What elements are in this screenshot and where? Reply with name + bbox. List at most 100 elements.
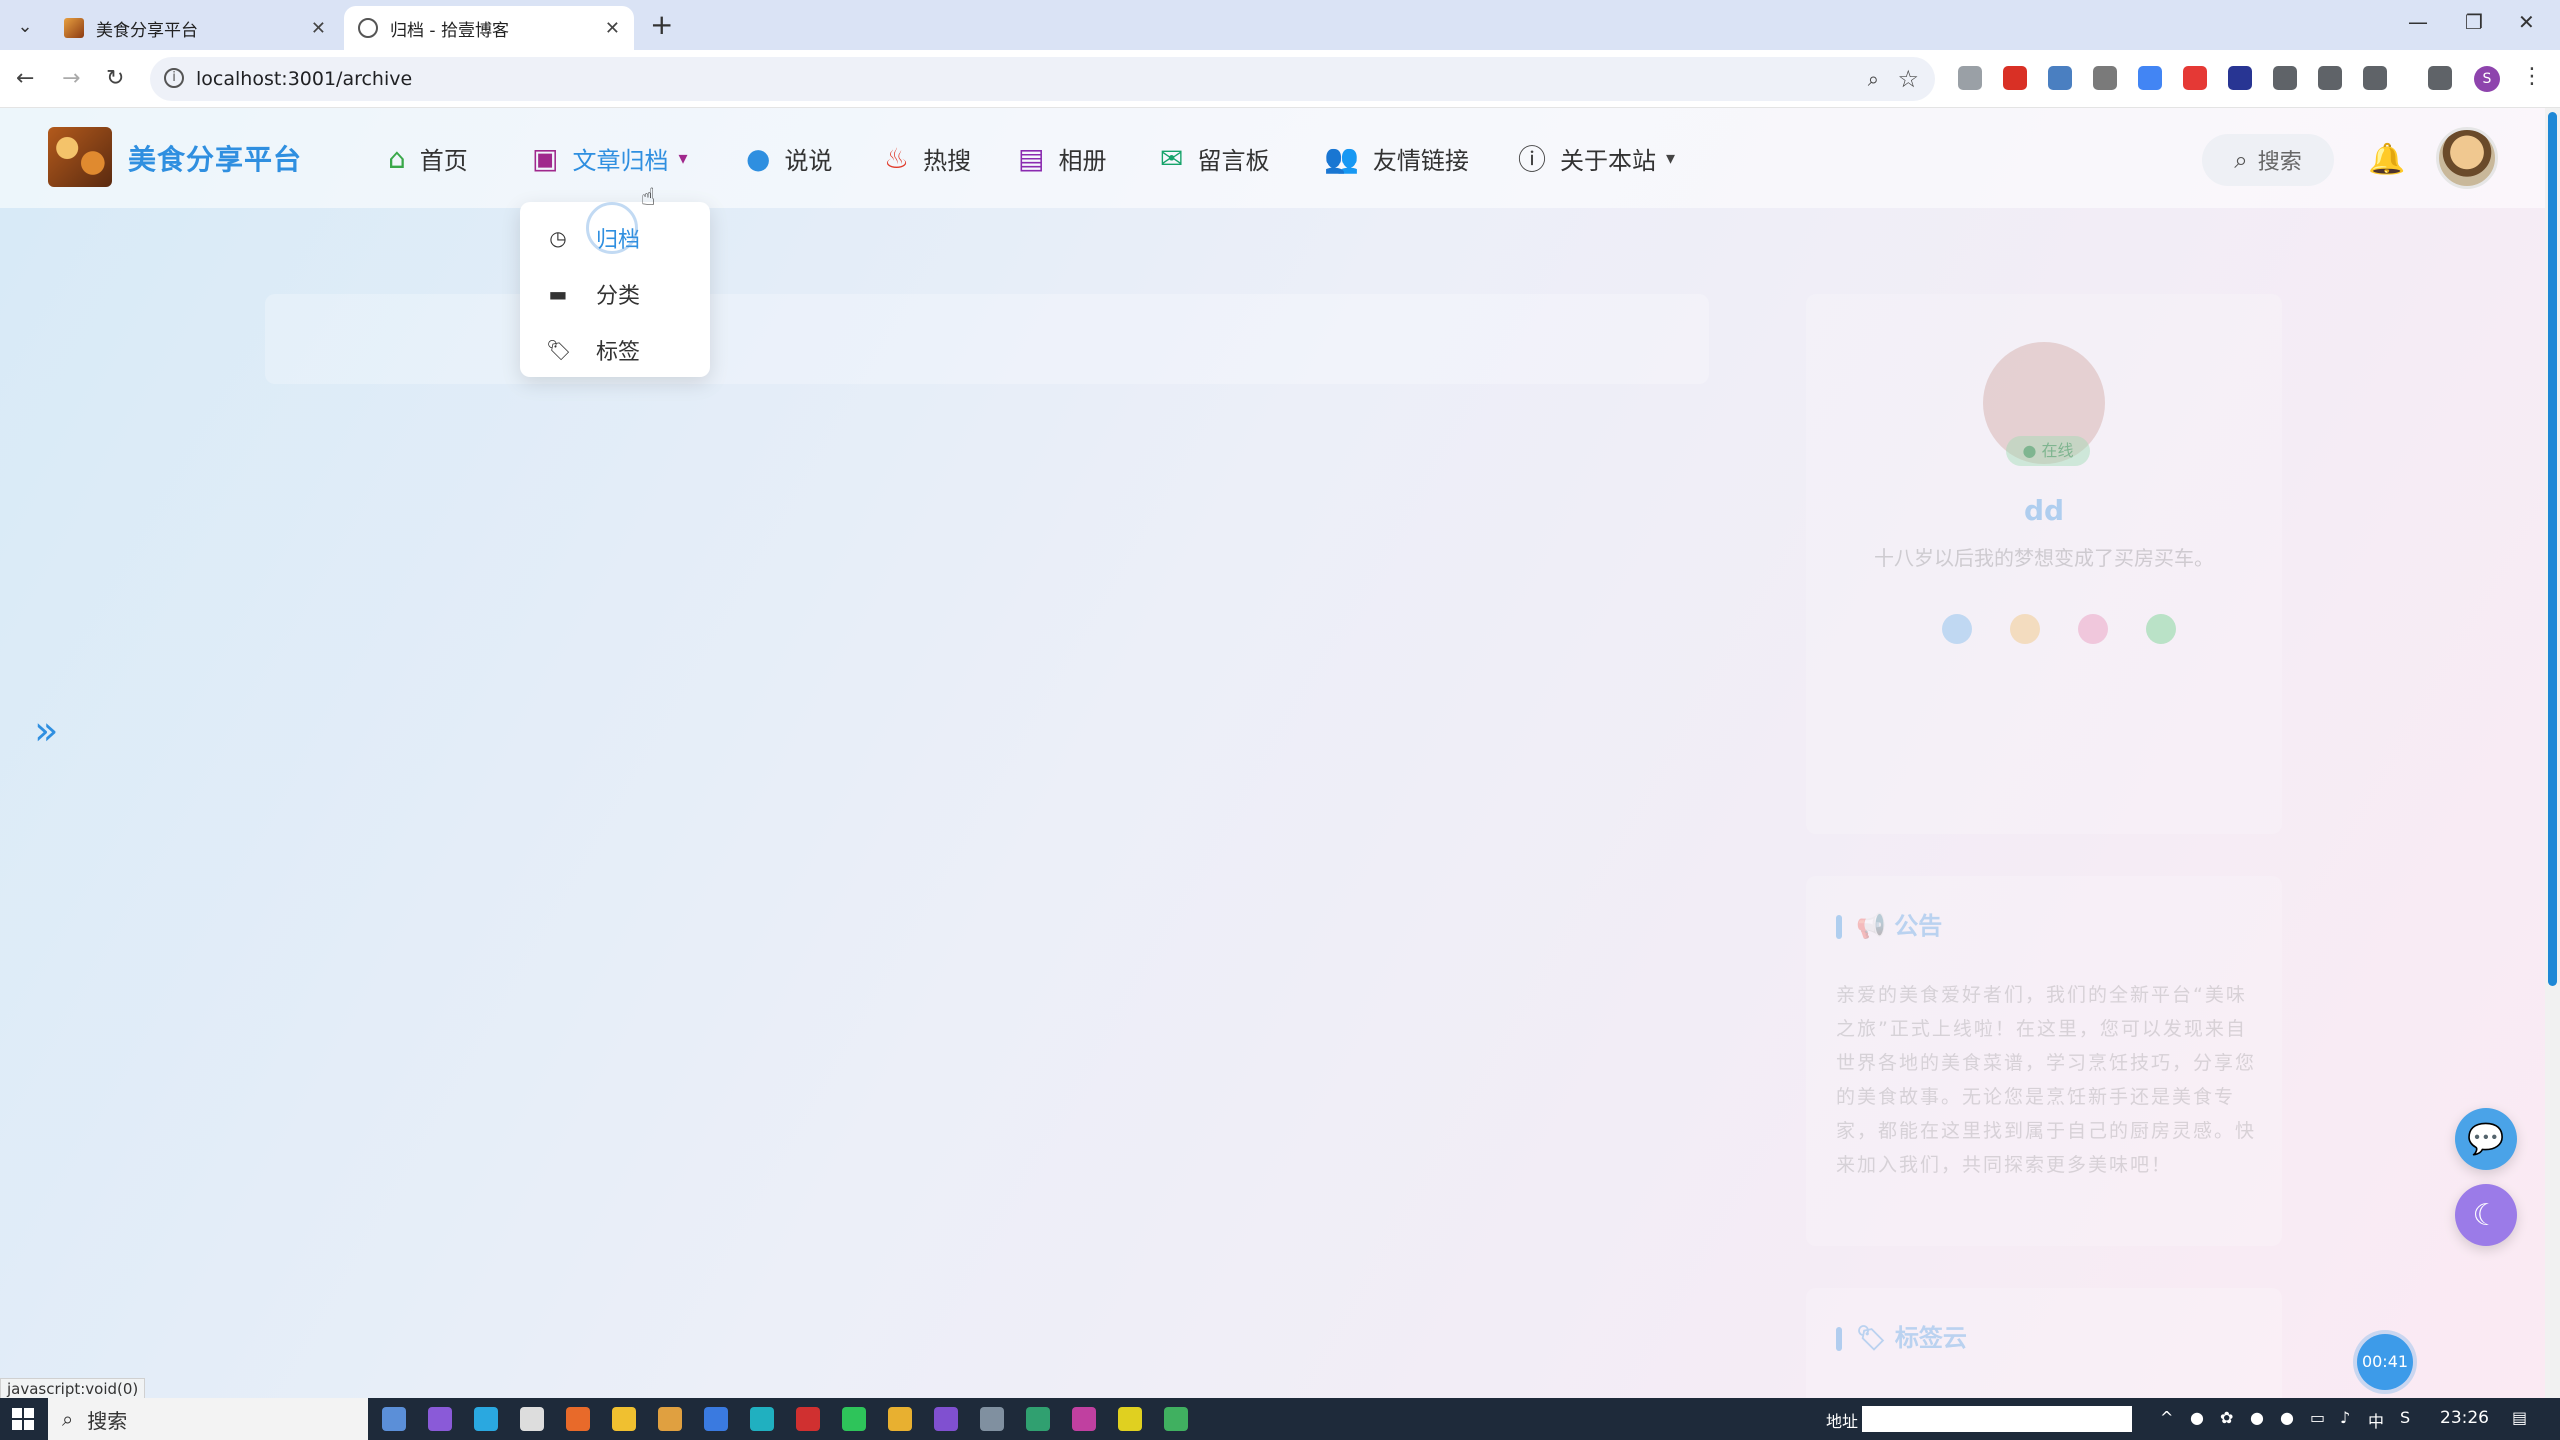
browser-tab-food[interactable]: 美食分享平台 ✕ [50, 6, 340, 50]
bookmark-star-icon[interactable]: ☆ [1897, 65, 1919, 93]
taskbar-vscode-icon[interactable] [704, 1407, 728, 1431]
title-bar-accent [1836, 1327, 1842, 1351]
taskbar-notepad-icon[interactable] [1164, 1407, 1188, 1431]
search-icon: ⌕ [62, 1407, 74, 1431]
tray-app-icon[interactable]: ● [2280, 1408, 2294, 1427]
taskbar-app-icon[interactable] [750, 1407, 774, 1431]
taskbar-search[interactable]: ⌕ 搜索 [48, 1398, 368, 1440]
zoom-icon[interactable]: ⌕ [1868, 67, 1879, 91]
taskbar-app-icon[interactable] [1118, 1407, 1142, 1431]
notice-card: 📢 公告 亲爱的美食爱好者们，我们的全新平台“美味之旅”正式上线啦！在这里，您可… [1806, 876, 2282, 1246]
taskbar-explorer-icon[interactable] [612, 1407, 636, 1431]
envelope-icon: ✉ [1160, 141, 1184, 175]
notification-center-icon[interactable]: ▤ [2512, 1408, 2527, 1427]
nav-hot[interactable]: ♨ 热搜 [884, 138, 971, 178]
author-profile-card: ● 在线 dd 十八岁以后我的梦想变成了买房买车。 [1806, 294, 2282, 834]
taskbar-firefox-icon[interactable] [566, 1407, 590, 1431]
nav-archive[interactable]: ▣ 文章归档 ▾ [532, 138, 688, 178]
taskbar-wps-icon[interactable] [796, 1407, 820, 1431]
taskbar-folder-icon[interactable] [658, 1407, 682, 1431]
tray-chevron-up-icon[interactable]: ^ [2160, 1408, 2173, 1427]
taskbar-idea-icon[interactable] [1072, 1407, 1096, 1431]
taskbar-chrome-icon[interactable] [888, 1407, 912, 1431]
user-avatar[interactable] [2436, 127, 2498, 189]
double-chevron-right-icon[interactable]: » [34, 708, 58, 754]
taskbar-app-icon[interactable] [934, 1407, 958, 1431]
nav-label: 热搜 [923, 146, 972, 175]
address-bar[interactable]: i localhost:3001/archive ⌕ ☆ [150, 57, 1935, 101]
extension-icon[interactable] [2048, 66, 2072, 90]
nav-talk[interactable]: ● 说说 [746, 138, 832, 178]
close-icon[interactable]: ✕ [605, 18, 620, 39]
taskbar-app-icon[interactable] [382, 1407, 406, 1431]
community-icon[interactable] [2010, 614, 2040, 644]
timer-badge[interactable]: 00:41 [2357, 1334, 2413, 1390]
online-badge: ● 在线 [2006, 436, 2090, 466]
tray-app-icon[interactable]: ● [2190, 1408, 2204, 1427]
email-at-icon[interactable] [2078, 614, 2108, 644]
taskbar-app-icon[interactable] [980, 1407, 1004, 1431]
dark-mode-toggle[interactable]: ☾ [2455, 1184, 2517, 1246]
close-icon[interactable]: ✕ [311, 18, 326, 39]
minimize-icon[interactable]: — [2408, 10, 2428, 34]
nav-label: 首页 [419, 146, 468, 175]
new-tab-plus-icon[interactable]: + [650, 11, 673, 39]
dropdown-item-category[interactable]: ▬ 分类 [520, 268, 710, 320]
puzzle-extension-icon[interactable] [2318, 66, 2342, 90]
tray-volume-icon[interactable]: ♪ [2340, 1408, 2350, 1427]
camera-extension-icon[interactable] [1958, 66, 1982, 90]
profile-avatar[interactable]: S [2474, 66, 2500, 92]
tab-list-chevron-icon[interactable]: ⌄ [10, 13, 40, 39]
taskbar-app-icon[interactable] [474, 1407, 498, 1431]
qq-icon[interactable] [1942, 614, 1972, 644]
nav-album[interactable]: ▤ 相册 [1018, 138, 1106, 178]
site-logo-text[interactable]: 美食分享平台 [128, 138, 302, 178]
url-text[interactable]: localhost:3001/archive [196, 68, 412, 90]
page-scrollbar[interactable] [2545, 108, 2560, 1398]
wechat-icon[interactable] [2146, 614, 2176, 644]
badge-extension-icon[interactable] [2228, 66, 2252, 90]
kebab-menu-icon[interactable]: ⋮ [2520, 66, 2544, 90]
nav-about[interactable]: ⓘ 关于本站 ▾ [1518, 138, 1675, 178]
nav-home[interactable]: ⌂ 首页 [388, 138, 468, 178]
pdf-extension-icon[interactable] [2183, 66, 2207, 90]
forward-arrow-icon[interactable]: → [62, 66, 80, 91]
nav-friends[interactable]: 👥 友情链接 [1324, 138, 1469, 178]
bell-icon[interactable]: 🔔 [2368, 142, 2405, 177]
restore-icon[interactable]: ❐ [2465, 10, 2483, 34]
taskbar-settings-icon[interactable] [520, 1407, 544, 1431]
taskbar-app-icon[interactable] [428, 1407, 452, 1431]
tray-network-icon[interactable]: ▭ [2310, 1408, 2325, 1427]
search-label: 搜索 [2257, 150, 2302, 175]
scrollbar-thumb[interactable] [2548, 112, 2557, 986]
dropdown-item-tags[interactable]: 🏷 标签 [520, 324, 710, 376]
back-arrow-icon[interactable]: ← [16, 66, 34, 91]
reload-icon[interactable]: ↻ [106, 66, 124, 91]
globe-icon [358, 18, 378, 38]
windows-start-icon[interactable] [12, 1408, 34, 1430]
tray-ime-label[interactable]: 中 [2368, 1408, 2384, 1432]
taskbar-app-icon[interactable] [1026, 1407, 1050, 1431]
taskbar-clock[interactable]: 23:26 [2440, 1408, 2489, 1428]
nav-label: 关于本站 [1560, 146, 1657, 175]
shield-extension-icon[interactable] [2003, 66, 2027, 90]
tray-app-icon[interactable]: S [2400, 1408, 2410, 1427]
site-header: 美食分享平台 ⌂ 首页 ▣ 文章归档 ▾ ● 说说 ♨ 热搜 ▤ 相册 ✉ 留言… [0, 108, 2545, 208]
nav-label: 说说 [784, 146, 833, 175]
search-extension-icon[interactable] [2273, 66, 2297, 90]
taskbar-address-input[interactable] [1862, 1406, 2132, 1432]
close-window-icon[interactable]: ✕ [2518, 10, 2535, 34]
site-search-button[interactable]: ⌕ 搜索 [2202, 134, 2334, 186]
browser-tab-archive[interactable]: 归档 - 拾壹博客 ✕ [344, 6, 634, 50]
extensions-puzzle-icon[interactable] [2363, 66, 2387, 90]
chat-float-button[interactable]: 💬 [2455, 1108, 2517, 1170]
tray-wechat-icon[interactable]: ● [2250, 1408, 2264, 1427]
taskbar-wechat-icon[interactable] [842, 1407, 866, 1431]
nav-guestbook[interactable]: ✉ 留言板 [1160, 138, 1269, 178]
translate-extension-icon[interactable] [2138, 66, 2162, 90]
site-logo-image[interactable] [48, 127, 112, 187]
download-icon[interactable] [2428, 66, 2452, 90]
copy-extension-icon[interactable] [2093, 66, 2117, 90]
site-info-icon[interactable]: i [164, 68, 184, 88]
tray-app-icon[interactable]: ✿ [2220, 1408, 2233, 1427]
